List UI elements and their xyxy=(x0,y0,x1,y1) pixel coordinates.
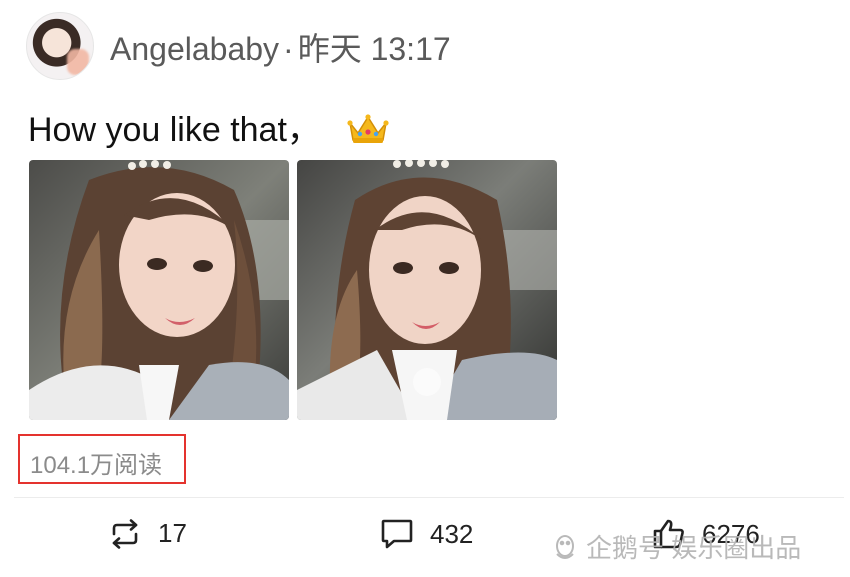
crown-icon xyxy=(347,113,389,154)
penguin-icon xyxy=(550,532,580,562)
avatar-blur-mask xyxy=(67,49,89,75)
comment-count: 432 xyxy=(430,518,474,549)
header-separator: · xyxy=(283,31,294,67)
post-time: 昨天 13:17 xyxy=(297,31,451,67)
post-text: How you like that， xyxy=(28,102,389,154)
read-count-box: 104.1万阅读 xyxy=(18,434,186,484)
repost-icon xyxy=(108,518,142,549)
post-photo-1[interactable] xyxy=(29,160,289,420)
watermark-text: 企鹅号 娱乐圈出品 xyxy=(586,533,802,563)
comment-button[interactable]: 432 xyxy=(380,518,473,550)
photo-1-image xyxy=(29,160,289,420)
author-name[interactable]: Angelababy xyxy=(110,31,279,67)
comment-icon xyxy=(380,518,414,550)
photo-2-image xyxy=(297,160,557,420)
repost-count: 17 xyxy=(158,518,187,548)
post-body: How you like that， xyxy=(28,111,321,149)
post-header: Angelababy · 昨天 13:17 xyxy=(110,24,451,70)
author-avatar[interactable] xyxy=(26,12,94,80)
repost-button[interactable]: 17 xyxy=(108,518,187,549)
watermark: 企鹅号 娱乐圈出品 xyxy=(550,528,801,565)
post-photo-2[interactable] xyxy=(297,160,557,420)
read-count: 104.1万阅读 xyxy=(30,452,163,479)
divider xyxy=(14,497,844,498)
